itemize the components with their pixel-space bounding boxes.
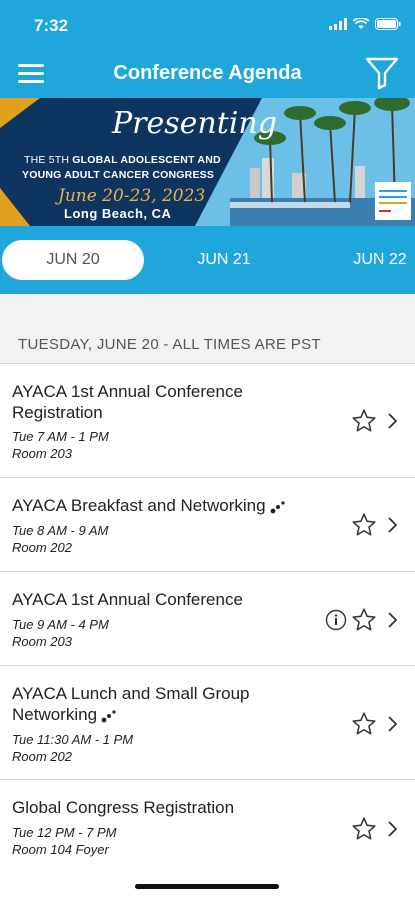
- wifi-icon: [353, 18, 369, 29]
- status-icons: [329, 18, 401, 30]
- chevron-right-icon[interactable]: [387, 820, 399, 838]
- session-row[interactable]: AYACA 1st Annual Conference Registration…: [0, 363, 415, 478]
- session-room: Room 202: [12, 540, 72, 555]
- session-row[interactable]: AYACA Breakfast and Networking Tue 8 AM …: [0, 477, 415, 572]
- session-row[interactable]: Global Congress Registration Tue 12 PM -…: [0, 779, 415, 901]
- signal-icon: [329, 18, 347, 30]
- congress-banner: Presenting THE 5TH GLOBAL ADOLESCENT AND…: [0, 98, 415, 226]
- info-circle-icon[interactable]: [325, 609, 347, 631]
- session-room: Room 104 Foyer: [12, 842, 109, 857]
- home-indicator[interactable]: [135, 884, 279, 889]
- star-outline-icon[interactable]: [351, 816, 377, 842]
- session-time: Tue 7 AM - 1 PM: [12, 429, 109, 444]
- chevron-right-icon[interactable]: [387, 611, 399, 629]
- banner-city: Long Beach, CA: [64, 206, 172, 221]
- star-outline-icon[interactable]: [351, 512, 377, 538]
- day-header: TUESDAY, JUNE 20 - ALL TIMES ARE PST: [18, 336, 321, 353]
- session-room: Room 202: [12, 749, 72, 764]
- banner-dates: June 20-23, 2023: [58, 186, 206, 206]
- network-dots-icon: [270, 500, 285, 513]
- app-header: 7:32 Conference Agenda: [0, 0, 415, 98]
- congress-logo: [375, 182, 411, 220]
- session-time: Tue 8 AM - 9 AM: [12, 523, 109, 538]
- page-title: Conference Agenda: [113, 62, 302, 84]
- star-outline-icon[interactable]: [351, 711, 377, 737]
- banner-line-2: YOUNG ADULT CANCER CONGRESS: [22, 169, 215, 181]
- session-title: AYACA 1st Annual Conference: [12, 590, 243, 609]
- session-title: AYACA Lunch and Small Group Networking: [12, 684, 250, 724]
- chevron-right-icon[interactable]: [387, 715, 399, 733]
- session-row[interactable]: AYACA Lunch and Small Group Networking T…: [0, 665, 415, 780]
- session-title: Global Congress Registration: [12, 798, 235, 817]
- star-outline-icon[interactable]: [351, 408, 377, 434]
- battery-icon: [375, 18, 401, 30]
- session-title: AYACA 1st Annual Conference Registration: [12, 382, 243, 422]
- day-tabs: JUN 20 JUN 21 JUN 22: [0, 226, 415, 294]
- session-time: Tue 12 PM - 7 PM: [12, 825, 117, 840]
- session-room: Room 203: [12, 446, 72, 461]
- star-outline-icon[interactable]: [351, 607, 377, 633]
- session-room: Room 203: [12, 634, 72, 649]
- banner-line-1: THE 5TH GLOBAL ADOLESCENT AND: [24, 154, 221, 166]
- banner-presenting: Presenting: [112, 106, 277, 141]
- chevron-right-icon[interactable]: [387, 516, 399, 534]
- network-dots-icon: [101, 709, 116, 722]
- session-time: Tue 9 AM - 4 PM: [12, 617, 109, 632]
- session-title: AYACA Breakfast and Networking: [12, 495, 312, 516]
- status-time: 7:32: [34, 16, 69, 35]
- session-time: Tue 11:30 AM - 1 PM: [12, 732, 134, 747]
- funnel-icon[interactable]: [365, 56, 399, 90]
- tab-jun-21[interactable]: JUN 21: [176, 240, 272, 280]
- session-row[interactable]: AYACA 1st Annual Conference Tue 9 AM - 4…: [0, 571, 415, 666]
- tab-jun-22[interactable]: JUN 22: [340, 240, 415, 280]
- chevron-right-icon[interactable]: [387, 412, 399, 430]
- tab-jun-20[interactable]: JUN 20: [2, 240, 144, 280]
